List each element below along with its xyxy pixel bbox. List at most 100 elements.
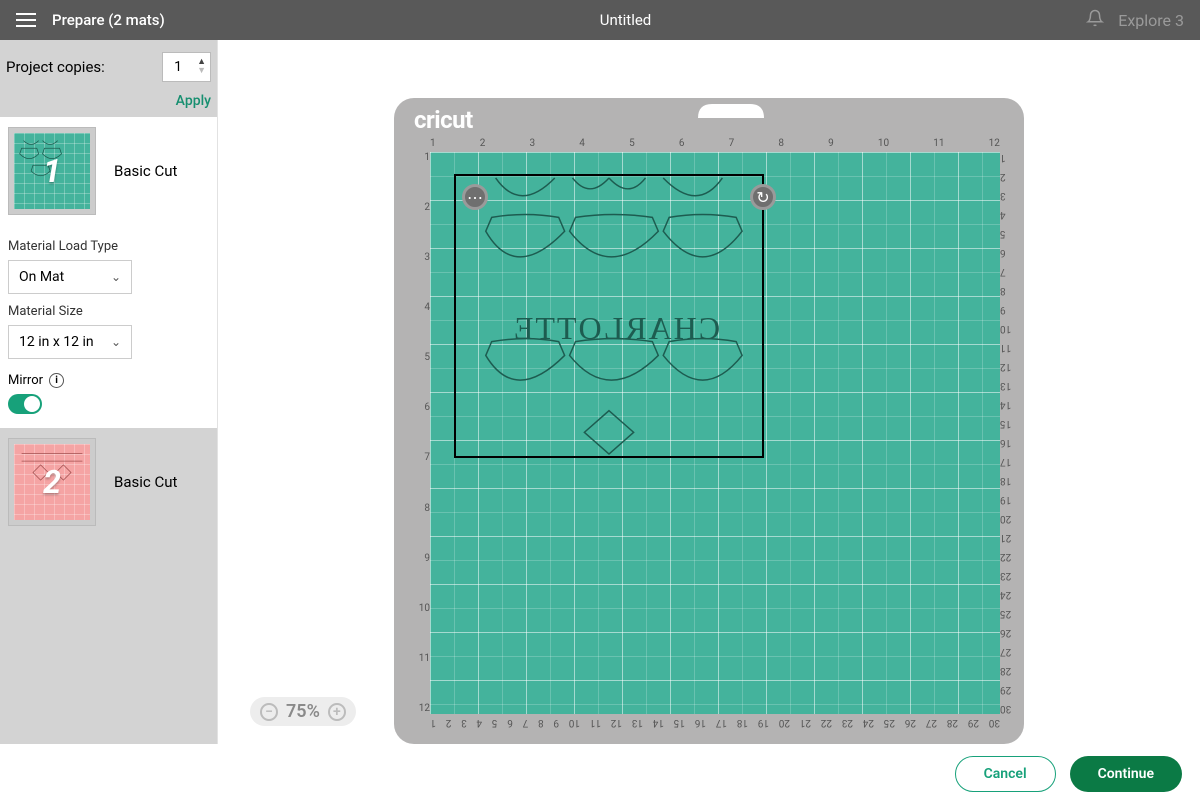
ruler-tick: 11 — [1000, 342, 1011, 353]
cutting-mat[interactable]: cricut 123456789101112 123456789101112 3… — [394, 98, 1024, 744]
ruler-tick: 24 — [1000, 589, 1011, 600]
main-canvas: − 75% + cricut 123456789101112 123456789… — [218, 40, 1200, 744]
zoom-level: 75% — [286, 701, 320, 722]
ruler-right: 3029282726252423222120191817161514131211… — [1000, 152, 1014, 714]
bell-icon[interactable] — [1086, 9, 1104, 32]
ruler-tick: 3 — [461, 716, 467, 728]
ruler-tick: 20 — [1000, 513, 1011, 524]
ruler-tick: 15 — [674, 716, 685, 728]
ruler-tick: 4 — [1000, 209, 1006, 220]
ruler-tick: 23 — [842, 716, 853, 728]
ruler-tick: 14 — [653, 716, 664, 728]
ruler-tick: 9 — [1000, 304, 1006, 315]
mat-controls: Material Load Type On Mat ⌄ Material Siz… — [0, 225, 217, 428]
ruler-tick: 21 — [1000, 532, 1011, 543]
ruler-tick: 12 — [989, 138, 1000, 150]
ruler-tick: 18 — [1000, 475, 1011, 486]
ruler-tick: 13 — [632, 716, 643, 728]
ruler-tick: 4 — [579, 138, 585, 150]
mat-grid[interactable]: ⋯ ↻ — [430, 152, 1000, 714]
top-bar: Prepare (2 mats) Untitled Explore 3 — [0, 0, 1200, 40]
chevron-down-icon: ⌄ — [111, 335, 121, 349]
ruler-tick: 22 — [821, 716, 832, 728]
ruler-tick: 16 — [1000, 437, 1011, 448]
ruler-tick: 16 — [695, 716, 706, 728]
ruler-bottom: 3029282726252423222120191817161514131211… — [430, 716, 1000, 728]
ruler-tick: 20 — [779, 716, 790, 728]
ruler-tick: 29 — [1000, 684, 1011, 695]
device-label[interactable]: Explore 3 — [1118, 11, 1184, 30]
ruler-tick: 17 — [1000, 456, 1011, 467]
ruler-tick: 19 — [758, 716, 769, 728]
mat-item-2[interactable]: 2 Basic Cut — [0, 428, 217, 536]
ruler-tick: 6 — [1000, 247, 1006, 258]
zoom-in-button[interactable]: + — [328, 703, 346, 721]
ruler-tick: 3 — [530, 138, 536, 150]
mat-operation-1: Basic Cut — [114, 162, 177, 180]
material-load-type-select[interactable]: On Mat ⌄ — [8, 260, 132, 294]
ruler-tick: 8 — [778, 138, 784, 150]
mirror-label: Mirror — [8, 373, 43, 388]
bottom-bar: Cancel Continue — [0, 744, 1200, 804]
ruler-tick: 2 — [1000, 171, 1006, 182]
page-title: Prepare (2 mats) — [52, 11, 165, 29]
ruler-tick: 11 — [933, 138, 944, 150]
zoom-out-button[interactable]: − — [260, 703, 278, 721]
mat-number-2: 2 — [43, 463, 61, 501]
ruler-tick: 4 — [477, 716, 483, 728]
sidebar: Project copies: ▲ ▼ Apply — [0, 40, 218, 744]
material-size-select[interactable]: 12 in x 12 in ⌄ — [8, 325, 132, 359]
material-load-type-value: On Mat — [19, 269, 64, 285]
cancel-button[interactable]: Cancel — [955, 756, 1056, 792]
ruler-tick: 27 — [926, 716, 937, 728]
design-selection[interactable]: ⋯ ↻ — [454, 174, 764, 458]
design-text: CHARLOTTE — [476, 310, 756, 347]
ruler-tick: 5 — [492, 716, 498, 728]
ruler-tick: 12 — [1000, 361, 1011, 372]
mat-handle-icon — [698, 98, 764, 118]
ruler-tick: 5 — [629, 138, 635, 150]
project-name[interactable]: Untitled — [600, 11, 652, 29]
brand-logo: cricut — [414, 106, 473, 134]
ruler-tick: 6 — [679, 138, 685, 150]
info-icon[interactable]: i — [49, 373, 64, 388]
ruler-tick: 17 — [716, 716, 727, 728]
ruler-tick: 26 — [905, 716, 916, 728]
ruler-tick: 8 — [1000, 285, 1006, 296]
project-copies-panel: Project copies: ▲ ▼ Apply — [0, 40, 217, 117]
project-copies-input[interactable] — [163, 59, 193, 75]
chevron-down-icon: ⌄ — [111, 270, 121, 284]
ruler-tick: 30 — [989, 716, 1000, 728]
ruler-tick: 2 — [446, 716, 452, 728]
ruler-tick: 9 — [828, 138, 834, 150]
project-copies-label: Project copies: — [6, 58, 105, 76]
ruler-tick: 18 — [737, 716, 748, 728]
mat-item-1[interactable]: 1 Basic Cut — [0, 117, 217, 225]
project-copies-stepper[interactable]: ▲ ▼ — [162, 52, 211, 82]
ruler-tick: 14 — [1000, 399, 1011, 410]
ruler-tick: 7 — [1000, 266, 1006, 277]
ruler-tick: 23 — [1000, 570, 1011, 581]
ruler-tick: 7 — [729, 138, 735, 150]
ruler-tick: 5 — [1000, 228, 1006, 239]
mirror-toggle[interactable] — [8, 394, 42, 414]
ruler-tick: 11 — [419, 653, 430, 664]
ruler-tick: 2 — [480, 138, 486, 150]
ruler-tick: 25 — [884, 716, 895, 728]
ruler-tick: 11 — [590, 716, 601, 728]
mat-operation-2: Basic Cut — [114, 473, 177, 491]
ruler-tick: 6 — [507, 716, 513, 728]
material-size-label: Material Size — [8, 304, 209, 319]
ruler-tick: 13 — [1000, 380, 1011, 391]
ruler-tick: 3 — [1000, 190, 1006, 201]
ruler-tick: 28 — [1000, 665, 1011, 676]
ruler-tick: 19 — [1000, 494, 1011, 505]
material-load-type-label: Material Load Type — [8, 239, 209, 254]
mat-number-1: 1 — [43, 152, 61, 190]
stepper-down-icon[interactable]: ▼ — [197, 67, 206, 76]
ruler-tick: 1 — [1000, 152, 1006, 163]
continue-button[interactable]: Continue — [1070, 756, 1182, 792]
ruler-tick: 21 — [800, 716, 811, 728]
menu-icon[interactable] — [16, 13, 36, 27]
apply-button[interactable]: Apply — [176, 93, 211, 109]
